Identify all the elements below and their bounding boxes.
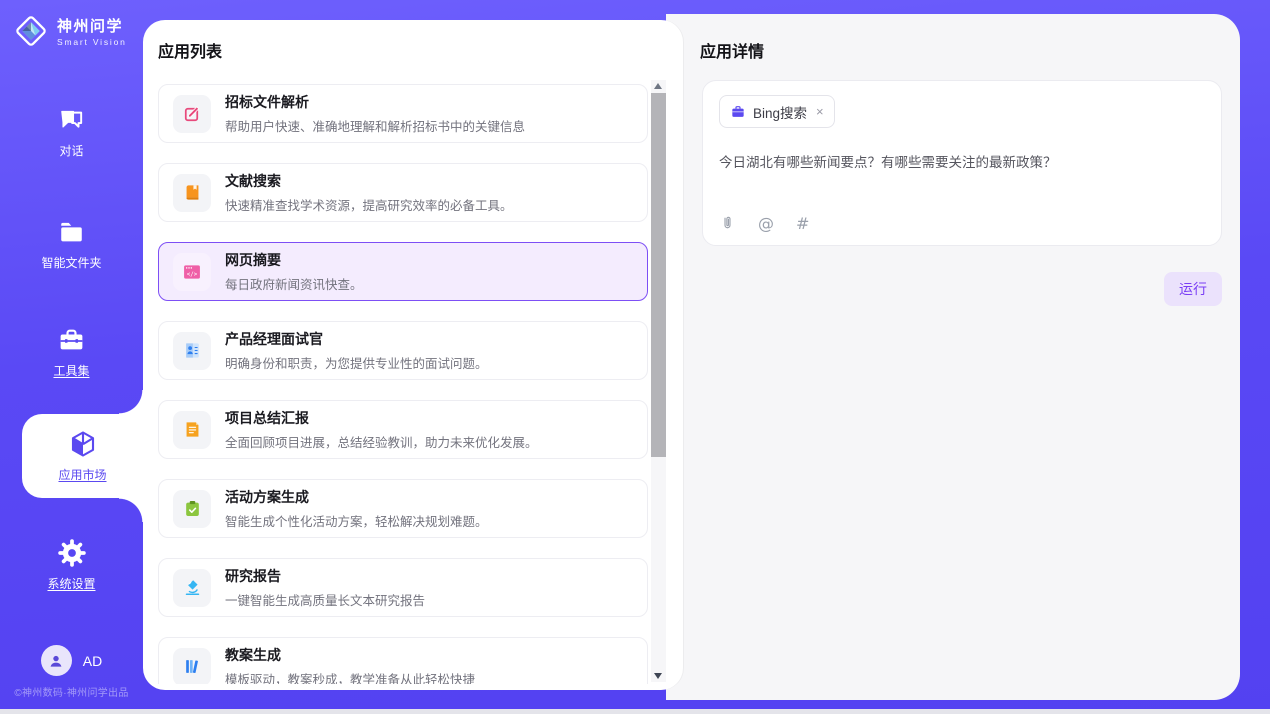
briefcase-icon xyxy=(730,104,746,120)
toolbox-icon xyxy=(57,326,86,355)
svg-text:</>: </> xyxy=(187,272,198,278)
sidebar-item-tools[interactable]: 工具集 xyxy=(0,326,143,379)
clipboard-icon xyxy=(183,499,202,518)
app-detail-panel: 应用详情 Bing搜索 × 今日湖北有哪些新闻要点？有哪些需要关注的最新政策？ … xyxy=(666,14,1240,700)
brand-diamond-icon xyxy=(12,12,50,50)
copyright: ©神州数码·神州问学出品 xyxy=(0,684,143,699)
close-icon[interactable]: × xyxy=(816,104,824,119)
app-card-title: 项目总结汇报 xyxy=(225,408,538,428)
scroll-down-icon[interactable] xyxy=(654,673,662,679)
chat-icon xyxy=(57,106,86,135)
list-panel-title: 应用列表 xyxy=(158,38,222,62)
webpage-icon: </> xyxy=(182,262,202,282)
app-card-desc: 每日政府新闻资讯快查。 xyxy=(225,274,363,293)
bottom-edge-strip xyxy=(0,709,1270,714)
scroll-up-icon[interactable] xyxy=(654,83,662,89)
paperclip-icon[interactable] xyxy=(719,214,736,233)
sidebar-item-label: 工具集 xyxy=(53,362,89,379)
cube-icon xyxy=(68,429,98,459)
app-card-title: 研究报告 xyxy=(225,566,425,586)
app-card[interactable]: 教案生成模板驱动，教案秒成，教学准备从此轻松快捷 xyxy=(158,637,648,684)
run-button[interactable]: 运行 xyxy=(1164,272,1222,306)
sidebar-item-market[interactable]: 应用市场 xyxy=(22,414,143,498)
at-icon[interactable]: @ xyxy=(758,216,774,232)
app-card-desc: 快速精准查找学术资源，提高研究效率的必备工具。 xyxy=(225,195,513,214)
user-initials: AD xyxy=(83,653,102,669)
gear-icon xyxy=(57,538,87,568)
app-card-title: 教案生成 xyxy=(225,645,475,665)
interview-icon xyxy=(183,341,202,360)
book-icon xyxy=(183,183,202,202)
sidebar-item-folders[interactable]: 智能文件夹 xyxy=(0,218,143,271)
app-icon-tile xyxy=(173,174,211,212)
app-card-desc: 帮助用户快速、准确地理解和解析招标书中的关键信息 xyxy=(225,116,525,135)
app-icon-tile xyxy=(173,490,211,528)
prompt-input[interactable]: 今日湖北有哪些新闻要点？有哪些需要关注的最新政策？ xyxy=(719,153,1205,173)
app-icon-tile: </> xyxy=(173,253,211,291)
research-icon xyxy=(183,578,202,597)
app-icon-tile xyxy=(173,332,211,370)
brand-subtitle: Smart Vision xyxy=(57,37,127,47)
app-card[interactable]: 项目总结汇报全面回顾项目进展，总结经验教训，助力未来优化发展。 xyxy=(158,400,648,459)
app-card[interactable]: 研究报告一键智能生成高质量长文本研究报告 xyxy=(158,558,648,617)
prompt-input-card[interactable]: Bing搜索 × 今日湖北有哪些新闻要点？有哪些需要关注的最新政策？ @# xyxy=(702,80,1222,246)
app-card[interactable]: 招标文件解析帮助用户快速、准确地理解和解析招标书中的关键信息 xyxy=(158,84,648,143)
tool-tag-label: Bing搜索 xyxy=(753,102,807,122)
app-card-desc: 模板驱动，教案秒成，教学准备从此轻松快捷 xyxy=(225,669,475,684)
scrollbar-thumb[interactable] xyxy=(651,93,666,457)
hash-icon[interactable]: # xyxy=(796,216,809,232)
app-card-title: 招标文件解析 xyxy=(225,92,525,112)
scrollbar[interactable] xyxy=(651,80,666,682)
app-card[interactable]: 文献搜索快速精准查找学术资源，提高研究效率的必备工具。 xyxy=(158,163,648,222)
sidebar-item-settings[interactable]: 系统设置 xyxy=(0,538,143,592)
app-card-title: 文献搜索 xyxy=(225,171,513,191)
app-icon-tile xyxy=(173,648,211,685)
input-toolbar: @# xyxy=(719,214,809,233)
tool-tag[interactable]: Bing搜索 × xyxy=(719,95,835,128)
sidebar: 神州问学 Smart Vision 对话智能文件夹工具集应用市场系统设置 AD … xyxy=(0,0,143,714)
user-icon xyxy=(47,652,65,670)
app-card[interactable]: 活动方案生成智能生成个性化活动方案，轻松解决规划难题。 xyxy=(158,479,648,538)
user-row[interactable]: AD xyxy=(0,645,143,676)
sidebar-item-label: 对话 xyxy=(59,142,83,159)
folder-icon xyxy=(57,218,86,247)
app-card-desc: 明确身份和职责，为您提供专业性的面试问题。 xyxy=(225,353,488,372)
sidebar-item-label: 系统设置 xyxy=(47,575,95,592)
app-icon-tile xyxy=(173,411,211,449)
avatar[interactable] xyxy=(41,645,72,676)
app-card-title: 产品经理面试官 xyxy=(225,329,488,349)
app-card[interactable]: 产品经理面试官明确身份和职责，为您提供专业性的面试问题。 xyxy=(158,321,648,380)
app-list-panel: 应用列表 招标文件解析帮助用户快速、准确地理解和解析招标书中的关键信息文献搜索快… xyxy=(143,20,683,690)
app-card[interactable]: </> 网页摘要每日政府新闻资讯快查。 xyxy=(158,242,648,301)
brand-name: 神州问学 xyxy=(57,15,127,36)
app-card-title: 网页摘要 xyxy=(225,250,363,270)
sidebar-item-chat[interactable]: 对话 xyxy=(0,106,143,159)
sidebar-item-label: 智能文件夹 xyxy=(41,254,101,271)
app-icon-tile xyxy=(173,95,211,133)
app-logo: 神州问学 Smart Vision xyxy=(12,12,127,50)
app-card-desc: 一键智能生成高质量长文本研究报告 xyxy=(225,590,425,609)
books-icon xyxy=(183,657,202,676)
app-card-title: 活动方案生成 xyxy=(225,487,488,507)
app-icon-tile xyxy=(173,569,211,607)
note-icon xyxy=(183,420,202,439)
app-card-desc: 全面回顾项目进展，总结经验教训，助力未来优化发展。 xyxy=(225,432,538,451)
app-cards: 招标文件解析帮助用户快速、准确地理解和解析招标书中的关键信息文献搜索快速精准查找… xyxy=(158,84,648,684)
sidebar-item-label: 应用市场 xyxy=(58,466,106,483)
detail-panel-title: 应用详情 xyxy=(700,38,764,62)
app-card-desc: 智能生成个性化活动方案，轻松解决规划难题。 xyxy=(225,511,488,530)
edit-icon xyxy=(183,104,202,123)
